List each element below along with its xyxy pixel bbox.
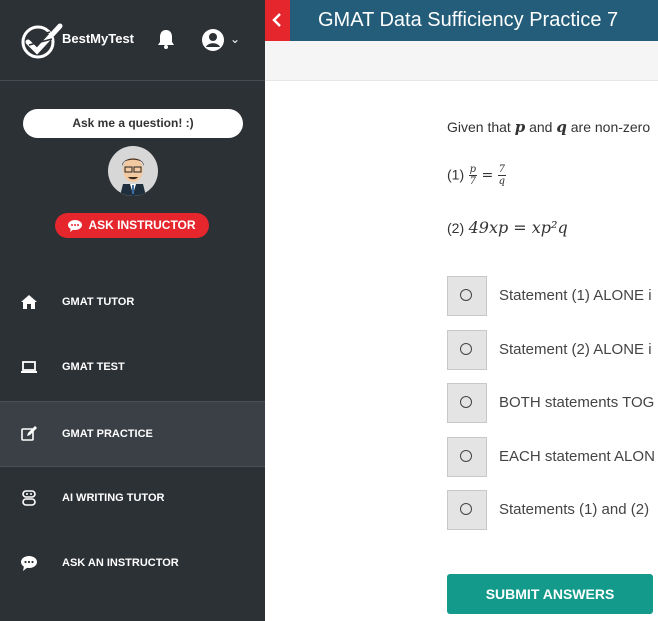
sidebar-item-label: GMAT PRACTICE bbox=[62, 428, 153, 440]
option-label: Statement (2) ALONE i bbox=[499, 341, 652, 358]
fraction: p7 bbox=[468, 164, 477, 187]
user-account-icon[interactable] bbox=[200, 27, 226, 53]
statement-expression: 49xp = xp²q bbox=[468, 218, 568, 237]
sidebar-item-gmat-test[interactable]: GMAT TEST bbox=[0, 335, 265, 399]
logo-icon bbox=[21, 23, 63, 59]
back-button[interactable] bbox=[265, 0, 290, 41]
answer-option-d[interactable]: EACH statement ALON bbox=[447, 437, 658, 477]
statement-label: (2) bbox=[447, 220, 465, 236]
sidebar-item-label: GMAT TEST bbox=[62, 361, 125, 373]
chat-icon bbox=[21, 556, 37, 571]
toolbar-strip bbox=[265, 41, 658, 81]
robot-icon bbox=[22, 490, 36, 506]
speech-bubble: Ask me a question! :) bbox=[23, 109, 243, 138]
sidebar-item-ai-writing-tutor[interactable]: AI WRITING TUTOR bbox=[0, 466, 265, 530]
ask-instructor-button[interactable]: ASK INSTRUCTOR bbox=[55, 213, 209, 238]
question-panel: Given that p and q are non-zero (1) p7 =… bbox=[265, 80, 658, 621]
variable-q: q bbox=[556, 118, 567, 136]
variable-p: p bbox=[514, 118, 526, 136]
radio-button[interactable] bbox=[447, 330, 487, 370]
option-label: Statements (1) and (2) bbox=[499, 501, 650, 518]
radio-circle-icon bbox=[460, 450, 472, 462]
instructor-avatar bbox=[108, 146, 158, 196]
sidebar: BestMyTest ⌄ Ask me a question! :) ASK I… bbox=[0, 0, 265, 621]
equals-sign: = bbox=[481, 167, 494, 184]
ask-instructor-label: ASK INSTRUCTOR bbox=[88, 218, 196, 232]
chevron-left-icon bbox=[272, 13, 281, 27]
submit-answers-button[interactable]: SUBMIT ANSWERS bbox=[447, 574, 653, 614]
sidebar-item-gmat-practice[interactable]: GMAT PRACTICE bbox=[0, 401, 265, 467]
sidebar-item-label: ASK AN INSTRUCTOR bbox=[62, 557, 179, 569]
radio-button[interactable] bbox=[447, 383, 487, 423]
laptop-icon bbox=[21, 361, 37, 373]
home-icon bbox=[21, 295, 37, 309]
page-header: GMAT Data Sufficiency Practice 7 bbox=[265, 0, 658, 41]
radio-circle-icon bbox=[460, 396, 472, 408]
brand-name: BestMyTest bbox=[62, 31, 135, 46]
edit-icon bbox=[21, 426, 37, 441]
answer-option-c[interactable]: BOTH statements TOG bbox=[447, 383, 658, 423]
sidebar-top-bar: BestMyTest ⌄ bbox=[0, 0, 265, 81]
statement-1: (1) p7 = 7q bbox=[447, 164, 506, 187]
bell-icon[interactable] bbox=[155, 28, 177, 50]
question-text: and bbox=[529, 119, 553, 135]
sidebar-item-gmat-tutor[interactable]: GMAT TUTOR bbox=[0, 270, 265, 334]
radio-circle-icon bbox=[460, 343, 472, 355]
fraction: 7q bbox=[497, 164, 506, 187]
statement-2: (2) 49xp = xp²q bbox=[447, 218, 568, 237]
option-label: Statement (1) ALONE i bbox=[499, 287, 652, 304]
radio-button[interactable] bbox=[447, 276, 487, 316]
chevron-down-icon[interactable]: ⌄ bbox=[230, 32, 240, 46]
radio-circle-icon bbox=[460, 503, 472, 515]
option-label: BOTH statements TOG bbox=[499, 394, 655, 411]
question-stem: Given that p and q are non-zero bbox=[447, 118, 650, 136]
answer-option-e[interactable]: Statements (1) and (2) bbox=[447, 490, 658, 530]
option-label: EACH statement ALON bbox=[499, 448, 655, 465]
answer-option-a[interactable]: Statement (1) ALONE i bbox=[447, 276, 658, 316]
sidebar-item-label: AI WRITING TUTOR bbox=[62, 492, 165, 504]
sidebar-item-ask-an-instructor[interactable]: ASK AN INSTRUCTOR bbox=[0, 531, 265, 595]
sidebar-item-label: GMAT TUTOR bbox=[62, 296, 135, 308]
radio-button[interactable] bbox=[447, 437, 487, 477]
question-text: Given that bbox=[447, 119, 511, 135]
answer-option-b[interactable]: Statement (2) ALONE i bbox=[447, 330, 658, 370]
radio-circle-icon bbox=[460, 289, 472, 301]
question-text: are non-zero bbox=[570, 119, 651, 135]
chat-icon bbox=[68, 219, 83, 232]
statement-label: (1) bbox=[447, 166, 465, 183]
radio-button[interactable] bbox=[447, 490, 487, 530]
page-title: GMAT Data Sufficiency Practice 7 bbox=[318, 9, 619, 31]
